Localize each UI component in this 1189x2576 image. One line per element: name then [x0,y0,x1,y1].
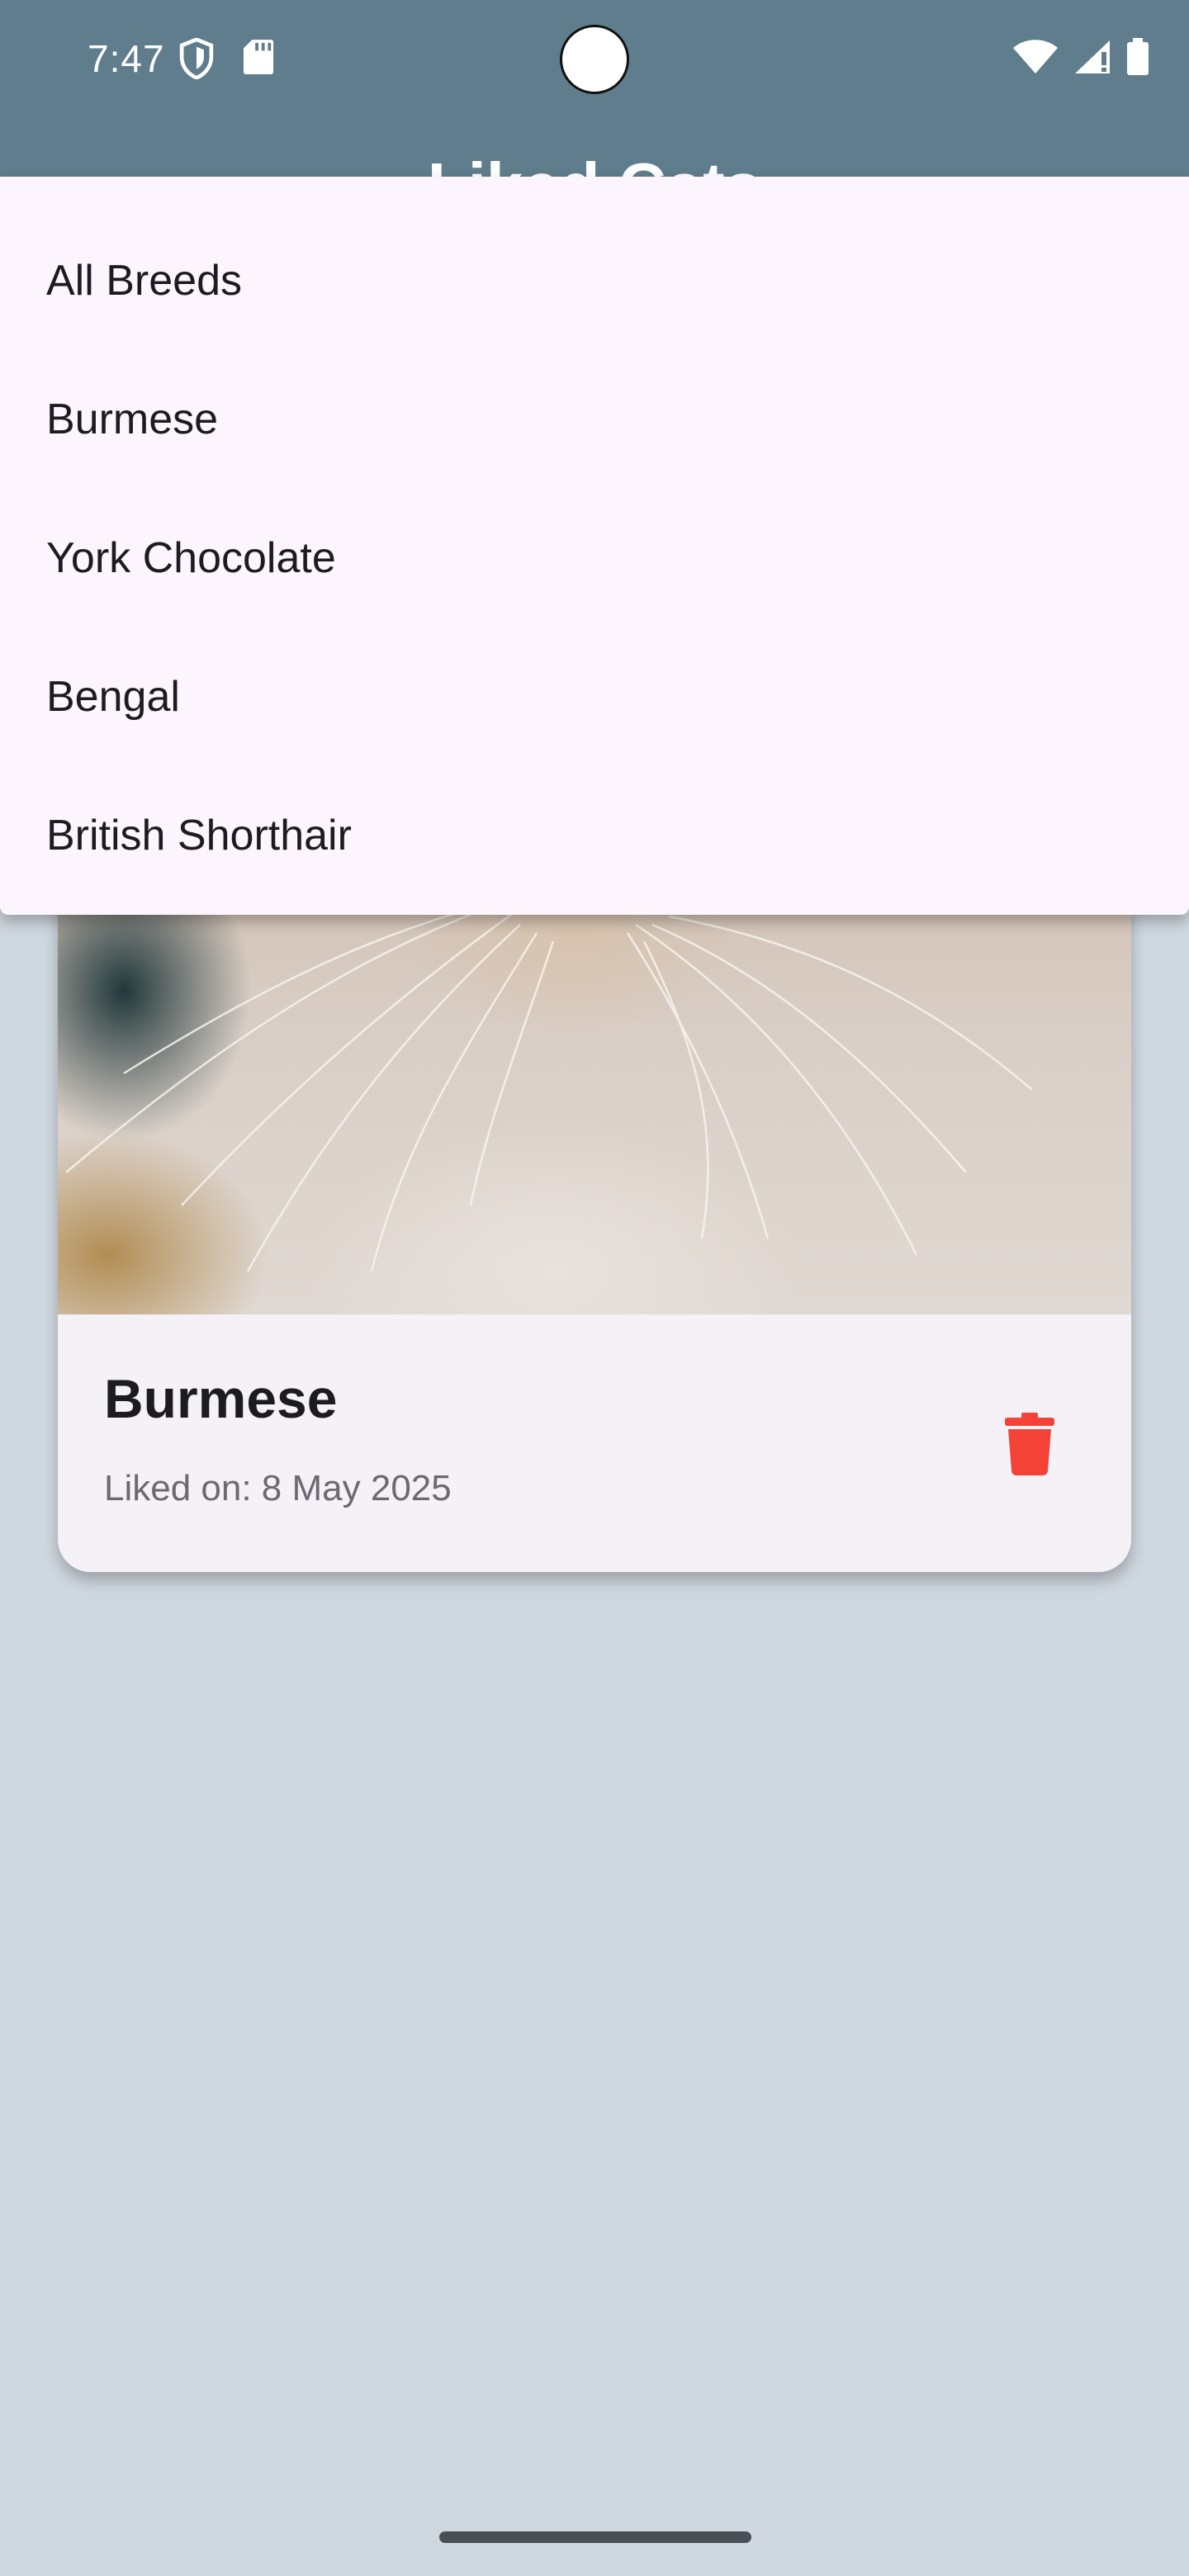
status-right-icons [1012,38,1149,80]
breed-filter-menu: All Breeds Burmese York Chocolate Bengal… [0,177,1189,915]
home-indicator[interactable] [439,2531,751,2543]
menu-item-all-breeds[interactable]: All Breeds [0,211,1189,350]
delete-button[interactable] [984,1400,1075,1491]
status-time: 7:47 [88,37,165,80]
menu-item-bengal[interactable]: Bengal [0,627,1189,766]
card-info: Burmese Liked on: 8 May 2025 [58,1314,1131,1572]
cellular-signal-icon [1073,39,1111,79]
breed-name: Burmese [104,1368,338,1429]
menu-item-york-chocolate[interactable]: York Chocolate [0,489,1189,627]
menu-item-british-shorthair[interactable]: British Shorthair [0,766,1189,905]
wifi-icon [1012,39,1059,79]
liked-date: Liked on: 8 May 2025 [104,1468,452,1508]
app-bar: 7:47 [0,0,1189,223]
trash-icon [1005,1412,1054,1480]
sd-card-icon [243,38,274,83]
battery-icon [1126,38,1149,80]
menu-item-burmese[interactable]: Burmese [0,350,1189,489]
status-left-icons [178,37,274,83]
shield-icon [178,37,215,83]
camera-cutout [560,25,629,94]
